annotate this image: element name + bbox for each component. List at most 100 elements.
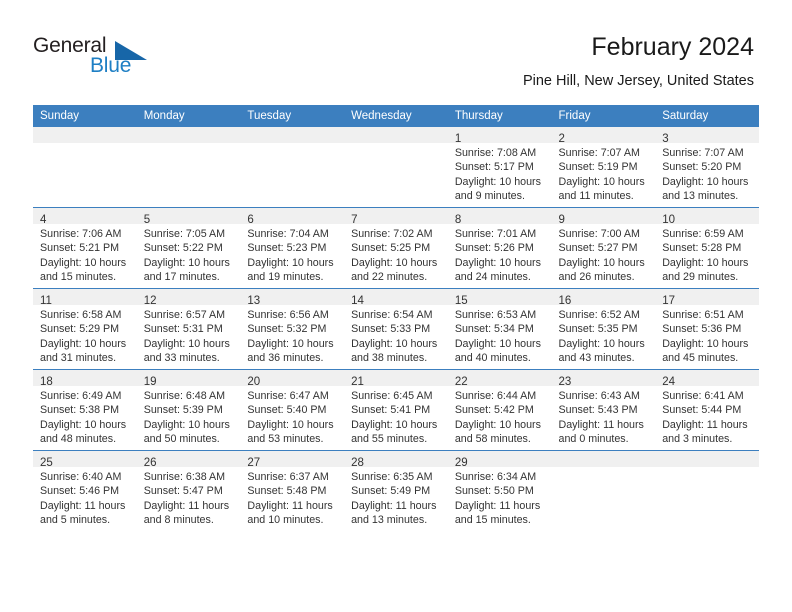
day-number: 7 bbox=[351, 214, 358, 226]
day-detail-line: Daylight: 11 hours bbox=[558, 418, 644, 431]
day-detail-line: Sunrise: 7:05 AM bbox=[143, 228, 226, 240]
day-details: Sunrise: 6:37 AM Sunset: 5:48 PM Daylight:… bbox=[240, 467, 344, 528]
day-number-band bbox=[240, 127, 345, 143]
day-detail-line: Daylight: 11 hours bbox=[247, 499, 333, 512]
day-detail-line: Daylight: 10 hours bbox=[351, 256, 438, 269]
calendar-day-cell[interactable]: 29 Sunrise: 6:34 AM Sunset: 5:50 PM Dayligh… bbox=[447, 450, 552, 531]
weekday-header-tuesday: Tuesday bbox=[240, 105, 345, 127]
day-number: 9 bbox=[558, 214, 565, 226]
day-detail-line: Sunset: 5:23 PM bbox=[247, 242, 327, 255]
day-details bbox=[552, 467, 656, 470]
calendar-day-cell[interactable]: 15 Sunrise: 6:53 AM Sunset: 5:34 PM Dayligh… bbox=[447, 288, 552, 370]
calendar-day-cell[interactable]: 14 Sunrise: 6:54 AM Sunset: 5:33 PM Dayligh… bbox=[344, 288, 448, 370]
calendar-day-cell[interactable]: 7 Sunrise: 7:02 AM Sunset: 5:25 PM Daylight… bbox=[344, 207, 448, 289]
day-number: 21 bbox=[351, 376, 364, 388]
calendar-day-cell[interactable]: 2 Sunrise: 7:07 AM Sunset: 5:19 PM Daylight… bbox=[551, 127, 656, 208]
weekday-header-monday: Monday bbox=[136, 105, 241, 127]
calendar-day-cell[interactable]: 17 Sunrise: 6:51 AM Sunset: 5:36 PM Dayligh… bbox=[655, 288, 759, 370]
day-detail-line: Daylight: 11 hours bbox=[351, 499, 437, 512]
calendar-day-cell[interactable]: 24 Sunrise: 6:41 AM Sunset: 5:44 PM Dayligh… bbox=[655, 369, 759, 451]
day-number: 23 bbox=[558, 376, 572, 388]
day-detail-line: and 13 minutes. bbox=[351, 514, 428, 527]
day-number-band: 26 bbox=[136, 451, 241, 469]
day-number: 1 bbox=[454, 133, 462, 145]
day-details: Sunrise: 7:02 AM Sunset: 5:25 PM Daylight:… bbox=[344, 224, 448, 285]
day-details: Sunrise: 6:34 AM Sunset: 5:50 PM Daylight:… bbox=[448, 467, 552, 528]
day-detail-line: and 50 minutes. bbox=[143, 433, 220, 446]
day-detail-line: Sunrise: 7:07 AM bbox=[558, 147, 640, 159]
calendar-day-cell[interactable]: 5 Sunrise: 7:05 AM Sunset: 5:22 PM Daylight… bbox=[136, 207, 241, 289]
day-detail-line: Sunset: 5:19 PM bbox=[558, 161, 638, 174]
day-detail-line: Daylight: 10 hours bbox=[40, 418, 127, 431]
page-header: General Blue February 2024 Pine Hill, Ne… bbox=[0, 0, 792, 100]
calendar-day-cell[interactable]: 21 Sunrise: 6:45 AM Sunset: 5:41 PM Dayligh… bbox=[344, 369, 448, 451]
day-detail-line: Daylight: 10 hours bbox=[454, 337, 541, 350]
calendar-day-cell[interactable]: 11 Sunrise: 6:58 AM Sunset: 5:29 PM Dayligh… bbox=[33, 288, 137, 370]
day-number: 14 bbox=[351, 295, 364, 307]
day-detail-line: and 43 minutes. bbox=[558, 352, 635, 365]
day-number-band: 16 bbox=[551, 289, 656, 307]
day-number-band: 20 bbox=[240, 370, 345, 388]
day-number-band: 18 bbox=[33, 370, 137, 388]
calendar-day-cell[interactable]: 8 Sunrise: 7:01 AM Sunset: 5:26 PM Daylight… bbox=[447, 207, 552, 289]
day-details: Sunrise: 7:08 AM Sunset: 5:17 PM Daylight:… bbox=[448, 143, 552, 204]
day-detail-line: and 15 minutes. bbox=[40, 271, 117, 284]
weekday-header-friday: Friday bbox=[551, 105, 656, 127]
day-number-band: 7 bbox=[344, 208, 448, 226]
day-detail-line: and 53 minutes. bbox=[247, 433, 324, 446]
day-details: Sunrise: 7:07 AM Sunset: 5:20 PM Daylight:… bbox=[655, 143, 759, 204]
day-detail-line: Sunset: 5:47 PM bbox=[143, 485, 223, 498]
day-detail-line: and 3 minutes. bbox=[662, 433, 733, 446]
day-detail-line: Sunset: 5:26 PM bbox=[454, 242, 534, 255]
day-detail-line: Sunrise: 6:54 AM bbox=[351, 309, 433, 321]
day-details: Sunrise: 7:05 AM Sunset: 5:22 PM Daylight:… bbox=[137, 224, 241, 285]
day-number-band: 15 bbox=[447, 289, 552, 307]
day-detail-line: Sunrise: 7:00 AM bbox=[558, 228, 640, 240]
calendar-day-cell[interactable]: 1 Sunrise: 7:08 AM Sunset: 5:17 PM Daylight… bbox=[447, 127, 552, 208]
day-details: Sunrise: 6:51 AM Sunset: 5:36 PM Daylight:… bbox=[655, 305, 759, 366]
calendar-day-cell[interactable]: 20 Sunrise: 6:47 AM Sunset: 5:40 PM Dayligh… bbox=[240, 369, 345, 451]
calendar-day-cell[interactable]: 3 Sunrise: 7:07 AM Sunset: 5:20 PM Daylight… bbox=[655, 127, 759, 208]
day-detail-line: and 33 minutes. bbox=[143, 352, 220, 365]
day-detail-line: and 45 minutes. bbox=[662, 352, 739, 365]
calendar-cell-empty bbox=[136, 127, 241, 208]
day-detail-line: Daylight: 10 hours bbox=[662, 337, 749, 350]
day-detail-line: Sunrise: 6:48 AM bbox=[143, 390, 226, 402]
day-detail-line: Sunrise: 6:59 AM bbox=[662, 228, 744, 240]
calendar-day-cell[interactable]: 26 Sunrise: 6:38 AM Sunset: 5:47 PM Dayligh… bbox=[136, 450, 241, 531]
calendar-day-cell[interactable]: 23 Sunrise: 6:43 AM Sunset: 5:43 PM Dayligh… bbox=[551, 369, 656, 451]
calendar-day-cell[interactable]: 16 Sunrise: 6:52 AM Sunset: 5:35 PM Dayligh… bbox=[551, 288, 656, 370]
day-detail-line: Sunrise: 7:02 AM bbox=[351, 228, 433, 240]
day-detail-line: and 17 minutes. bbox=[143, 271, 220, 284]
day-detail-line: Sunrise: 6:56 AM bbox=[247, 309, 329, 321]
day-details bbox=[655, 467, 759, 470]
day-detail-line: Daylight: 11 hours bbox=[454, 499, 541, 512]
calendar-day-cell[interactable]: 19 Sunrise: 6:48 AM Sunset: 5:39 PM Dayligh… bbox=[136, 369, 241, 451]
brand-logo[interactable]: General Blue bbox=[33, 34, 213, 80]
calendar-day-cell[interactable]: 13 Sunrise: 6:56 AM Sunset: 5:32 PM Dayligh… bbox=[240, 288, 345, 370]
day-number: 19 bbox=[143, 376, 157, 388]
calendar-day-cell[interactable]: 4 Sunrise: 7:06 AM Sunset: 5:21 PM Daylight… bbox=[33, 207, 137, 289]
day-detail-line: Sunrise: 6:37 AM bbox=[247, 471, 329, 483]
calendar-day-cell[interactable]: 25 Sunrise: 6:40 AM Sunset: 5:46 PM Dayligh… bbox=[33, 450, 137, 531]
day-detail-line: Sunrise: 6:49 AM bbox=[40, 390, 122, 402]
day-number: 11 bbox=[40, 295, 52, 307]
day-detail-line: and 5 minutes. bbox=[40, 514, 111, 527]
calendar-day-cell[interactable]: 12 Sunrise: 6:57 AM Sunset: 5:31 PM Dayligh… bbox=[136, 288, 241, 370]
calendar-day-cell[interactable]: 6 Sunrise: 7:04 AM Sunset: 5:23 PM Daylight… bbox=[240, 207, 345, 289]
calendar-day-cell[interactable]: 18 Sunrise: 6:49 AM Sunset: 5:38 PM Dayligh… bbox=[33, 369, 137, 451]
calendar-cell-empty bbox=[655, 450, 759, 531]
calendar-day-cell[interactable]: 9 Sunrise: 7:00 AM Sunset: 5:27 PM Daylight… bbox=[551, 207, 656, 289]
calendar-day-cell[interactable]: 22 Sunrise: 6:44 AM Sunset: 5:42 PM Dayligh… bbox=[447, 369, 552, 451]
calendar-day-cell[interactable]: 10 Sunrise: 6:59 AM Sunset: 5:28 PM Dayligh… bbox=[655, 207, 759, 289]
calendar-header-row: Sunday Monday Tuesday Wednesday Thursday… bbox=[33, 105, 759, 127]
day-number-band: 29 bbox=[447, 451, 552, 469]
day-details: Sunrise: 6:57 AM Sunset: 5:31 PM Daylight:… bbox=[137, 305, 241, 366]
calendar-cell-empty bbox=[240, 127, 345, 208]
day-detail-line: Daylight: 10 hours bbox=[143, 256, 230, 269]
day-detail-line: Sunrise: 6:58 AM bbox=[40, 309, 122, 321]
day-detail-line: Sunrise: 6:34 AM bbox=[454, 471, 537, 483]
calendar-day-cell[interactable]: 28 Sunrise: 6:35 AM Sunset: 5:49 PM Dayligh… bbox=[344, 450, 448, 531]
calendar-day-cell[interactable]: 27 Sunrise: 6:37 AM Sunset: 5:48 PM Dayligh… bbox=[240, 450, 345, 531]
day-detail-line: and 38 minutes. bbox=[351, 352, 428, 365]
